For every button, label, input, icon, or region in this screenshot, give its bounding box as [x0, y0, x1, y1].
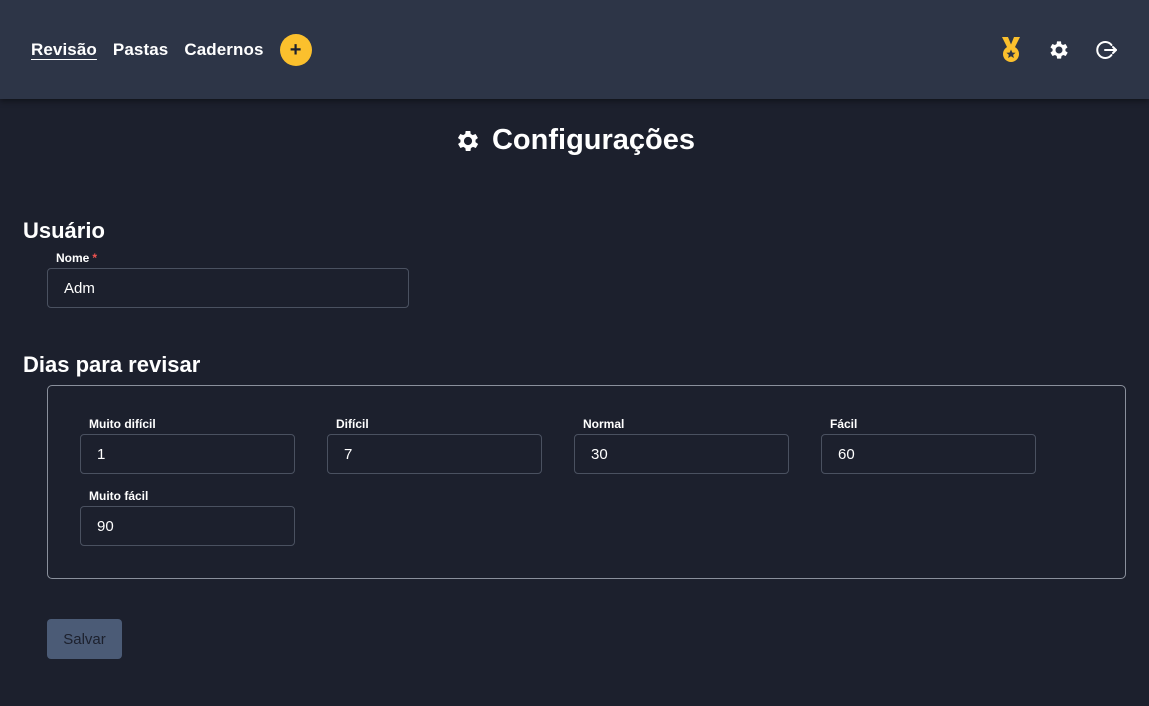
nav-actions	[976, 36, 1120, 63]
logout-icon[interactable]	[1094, 37, 1120, 63]
name-label: Nome *	[56, 251, 97, 265]
muito-dificil-label: Muito difícil	[89, 417, 156, 431]
top-navbar: Revisão Pastas Cadernos +	[0, 0, 1149, 99]
nav-link-cadernos[interactable]: Cadernos	[184, 40, 263, 60]
muito-facil-label: Muito fácil	[89, 489, 149, 503]
section-title-dias: Dias para revisar	[23, 352, 201, 377]
days-fieldset	[47, 385, 1126, 579]
gear-icon	[454, 127, 482, 155]
muito-facil-input[interactable]	[80, 506, 295, 546]
dificil-label: Difícil	[336, 417, 369, 431]
muito-dificil-input[interactable]	[80, 434, 295, 474]
facil-input[interactable]	[821, 434, 1036, 474]
required-mark: *	[92, 251, 98, 265]
dificil-input[interactable]	[327, 434, 542, 474]
main-nav: Revisão Pastas Cadernos +	[31, 33, 312, 66]
section-title-usuario: Usuário	[23, 218, 105, 243]
page-title-text: Configurações	[491, 124, 696, 156]
name-input[interactable]	[47, 268, 409, 308]
facil-label: Fácil	[830, 417, 858, 431]
nav-link-revisao[interactable]: Revisão	[31, 40, 97, 60]
page-title: Configurações	[0, 124, 1149, 157]
nav-link-pastas[interactable]: Pastas	[113, 40, 168, 60]
medal-icon[interactable]	[998, 36, 1024, 63]
save-button[interactable]: Salvar	[47, 619, 122, 659]
name-label-text: Nome	[56, 251, 90, 265]
settings-gear-icon[interactable]	[1046, 37, 1072, 63]
normal-label: Normal	[583, 417, 625, 431]
normal-input[interactable]	[574, 434, 789, 474]
add-button[interactable]: +	[279, 33, 312, 66]
